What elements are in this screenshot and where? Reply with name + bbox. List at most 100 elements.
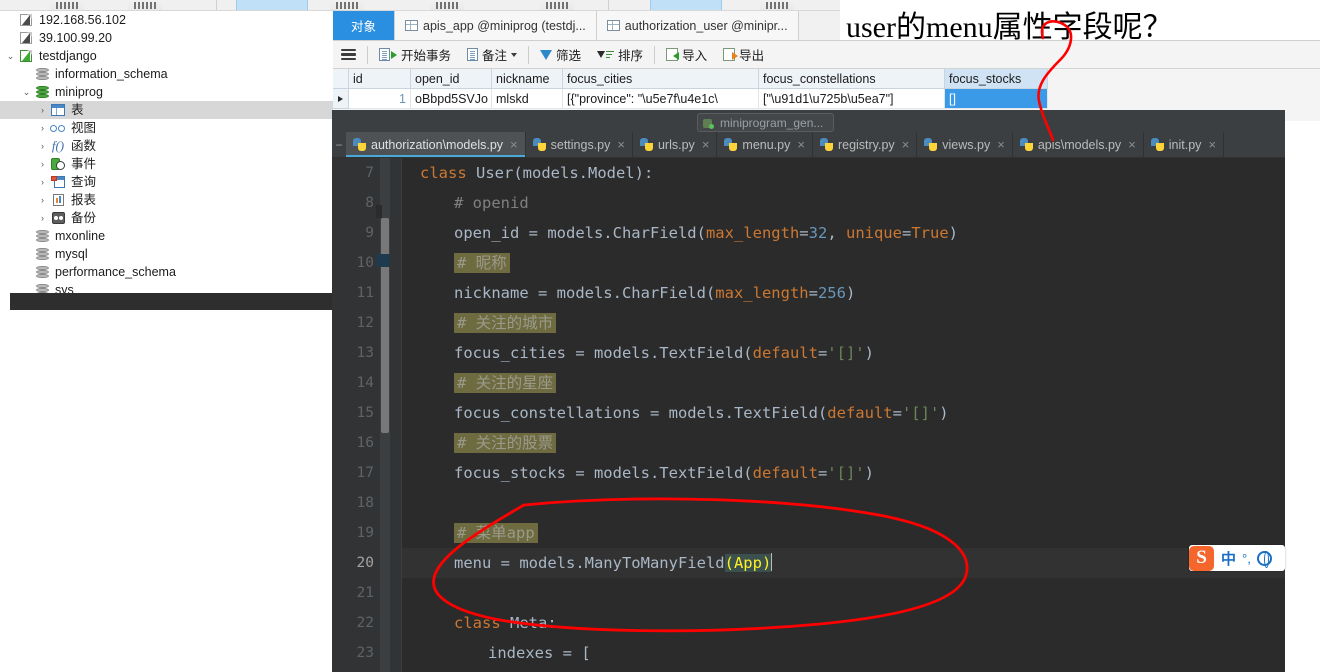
ime-punctuation-icon[interactable]: °, [1242, 551, 1251, 566]
action-导入[interactable]: 导入 [658, 41, 715, 69]
code-line-12[interactable]: # 关注的城市 [402, 308, 1285, 338]
code-lines[interactable]: class User(models.Model): # openid open_id… [402, 158, 1285, 672]
action-备注[interactable]: 备注 [459, 41, 525, 69]
action-开始事务[interactable]: 开始事务 [371, 41, 459, 69]
column-header-id[interactable]: id [349, 69, 411, 89]
toolbar-button-4[interactable] [430, 1, 464, 10]
editor-tab-2[interactable]: urls.py × [633, 132, 718, 157]
column-header-focus_constellations[interactable]: focus_constellations [759, 69, 945, 89]
sogou-ime-statusbar[interactable]: S 中 °, [1189, 545, 1285, 571]
tree-twisty-icon[interactable]: › [36, 173, 49, 191]
editor-tab-4[interactable]: registry.py × [813, 132, 918, 157]
editor-tab-6[interactable]: apis\models.py × [1013, 132, 1144, 157]
action-hamburger-icon[interactable] [333, 41, 364, 69]
close-icon[interactable]: × [510, 137, 518, 152]
row-selector[interactable] [333, 89, 349, 109]
globe-icon[interactable] [1256, 550, 1272, 568]
tree-twisty-icon[interactable]: › [36, 137, 49, 155]
sidebar-item-3[interactable]: information_schema [0, 65, 333, 83]
code-line-11[interactable]: nickname = models.CharField(max_length=2… [402, 278, 1285, 308]
sidebar-item-5[interactable]: › 表 [0, 101, 333, 119]
editor-tab-1[interactable]: settings.py × [526, 132, 633, 157]
cell-focus_stocks[interactable]: [] [945, 89, 1048, 109]
editor-scrollbar-thumb[interactable] [381, 218, 389, 433]
code-line-19[interactable]: # 菜单app [402, 518, 1285, 548]
database-navigation-tree[interactable]: 192.168.56.102 39.100.99.20 ⌄ testdjango inf… [0, 11, 333, 295]
editor-scrollbar-track[interactable] [376, 158, 390, 672]
chevron-down-icon[interactable] [511, 52, 518, 57]
sidebar-item-14[interactable]: performance_schema [0, 263, 333, 281]
code-line-15[interactable]: focus_constellations = models.TextField(… [402, 398, 1285, 428]
editor-tab-5[interactable]: views.py × [917, 132, 1013, 157]
close-icon[interactable]: × [1128, 137, 1136, 152]
sidebar-item-8[interactable]: › 事件 [0, 155, 333, 173]
tree-twisty-icon[interactable]: ⌄ [20, 83, 33, 101]
tree-twisty-icon[interactable]: › [36, 155, 49, 173]
code-line-8[interactable]: # openid [402, 188, 1285, 218]
column-header-nickname[interactable]: nickname [492, 69, 563, 89]
code-line-9[interactable]: open_id = models.CharField(max_length=32… [402, 218, 1285, 248]
tree-twisty-icon[interactable]: › [36, 191, 49, 209]
code-line-18[interactable] [402, 488, 1285, 518]
ime-mode-label[interactable]: 中 [1221, 548, 1236, 569]
code-line-7[interactable]: class User(models.Model): [402, 158, 1285, 188]
toolbar-button-3[interactable] [330, 1, 364, 10]
cell-nickname[interactable]: mlskd [492, 89, 563, 109]
sidebar-item-0[interactable]: 192.168.56.102 [0, 11, 333, 29]
toolbar-button-5[interactable] [540, 1, 574, 10]
editor-tab-bar[interactable]: − authorization\models.py × settings.py × ur… [332, 132, 1285, 158]
sidebar-item-7[interactable]: › f() 函数 [0, 137, 333, 155]
close-icon[interactable]: × [702, 137, 710, 152]
collapse-tabs-icon[interactable]: − [332, 132, 346, 157]
editor-tab-3[interactable]: menu.py × [717, 132, 813, 157]
cell-focus_constellations[interactable]: ["\u91d1\u725b\u5ea7"] [759, 89, 945, 109]
code-line-20[interactable]: menu = models.ManyToManyField(App) [402, 548, 1285, 578]
toolbar-button-1[interactable] [50, 1, 84, 10]
sidebar-item-12[interactable]: mxonline [0, 227, 333, 245]
sidebar-item-4[interactable]: ⌄ miniprog [0, 83, 333, 101]
column-header-focus_stocks[interactable]: focus_stocks [945, 69, 1048, 89]
tree-twisty-icon[interactable]: › [36, 209, 49, 227]
close-icon[interactable]: × [617, 137, 625, 152]
action-导出[interactable]: 导出 [715, 41, 772, 69]
close-icon[interactable]: × [797, 137, 805, 152]
db-tab-1[interactable]: apis_app @miniprog (testdj... [395, 11, 597, 40]
db-tab-0[interactable]: 对象 [333, 11, 396, 40]
sidebar-item-13[interactable]: mysql [0, 245, 333, 263]
cell-id[interactable]: 1 [349, 89, 411, 109]
code-line-16[interactable]: # 关注的股票 [402, 428, 1285, 458]
cell-open_id[interactable]: oBbpd5SVJo [411, 89, 492, 109]
db-tab-2[interactable]: authorization_user @minipr... [596, 11, 799, 40]
sogou-logo-icon[interactable]: S [1189, 545, 1214, 571]
tree-twisty-icon[interactable]: ⌄ [4, 47, 17, 65]
data-grid[interactable]: id open_id nickname focus_cities focus_const… [333, 69, 1320, 109]
close-icon[interactable]: × [997, 137, 1005, 152]
editor-tab-7[interactable]: init.py × [1144, 132, 1225, 157]
code-editor[interactable]: 7 8 9 10 11 12 13 14 15 16 17 18 19 20 21 22 23 −−− clas… [332, 158, 1285, 672]
code-line-23[interactable]: indexes = [ [402, 638, 1285, 668]
cell-focus_cities[interactable]: [{"province": "\u5e7f\u4e1c\ [563, 89, 759, 109]
tree-twisty-icon[interactable]: › [36, 101, 49, 119]
code-line-13[interactable]: focus_cities = models.TextField(default=… [402, 338, 1285, 368]
sidebar-item-11[interactable]: › 备份 [0, 209, 333, 227]
code-line-14[interactable]: # 关注的星座 [402, 368, 1285, 398]
code-line-17[interactable]: focus_stocks = models.TextField(default=… [402, 458, 1285, 488]
toolbar-active-tab-2[interactable] [650, 0, 722, 10]
code-line-21[interactable] [402, 578, 1285, 608]
sidebar-item-10[interactable]: › 报表 [0, 191, 333, 209]
ide-project-title[interactable]: miniprogram_gen... [697, 113, 835, 132]
column-header-focus_cities[interactable]: focus_cities [563, 69, 759, 89]
sidebar-item-6[interactable]: › 视图 [0, 119, 333, 137]
action-排序[interactable]: 排序 [589, 41, 651, 69]
close-icon[interactable]: × [1208, 137, 1216, 152]
editor-gutter[interactable]: 7 8 9 10 11 12 13 14 15 16 17 18 19 20 21 22 23 [332, 158, 380, 672]
code-line-22[interactable]: class Meta: [402, 608, 1285, 638]
tree-twisty-icon[interactable]: › [36, 119, 49, 137]
toolbar-button-6[interactable] [760, 1, 794, 10]
sidebar-item-2[interactable]: ⌄ testdjango [0, 47, 333, 65]
toolbar-button-2[interactable] [128, 1, 162, 10]
toolbar-active-tab[interactable] [236, 0, 308, 10]
column-header-open_id[interactable]: open_id [411, 69, 492, 89]
table-row[interactable]: 1 oBbpd5SVJo mlskd [{"province": "\u5e7f\u4… [333, 89, 1320, 109]
editor-tab-0[interactable]: authorization\models.py × [346, 132, 526, 157]
